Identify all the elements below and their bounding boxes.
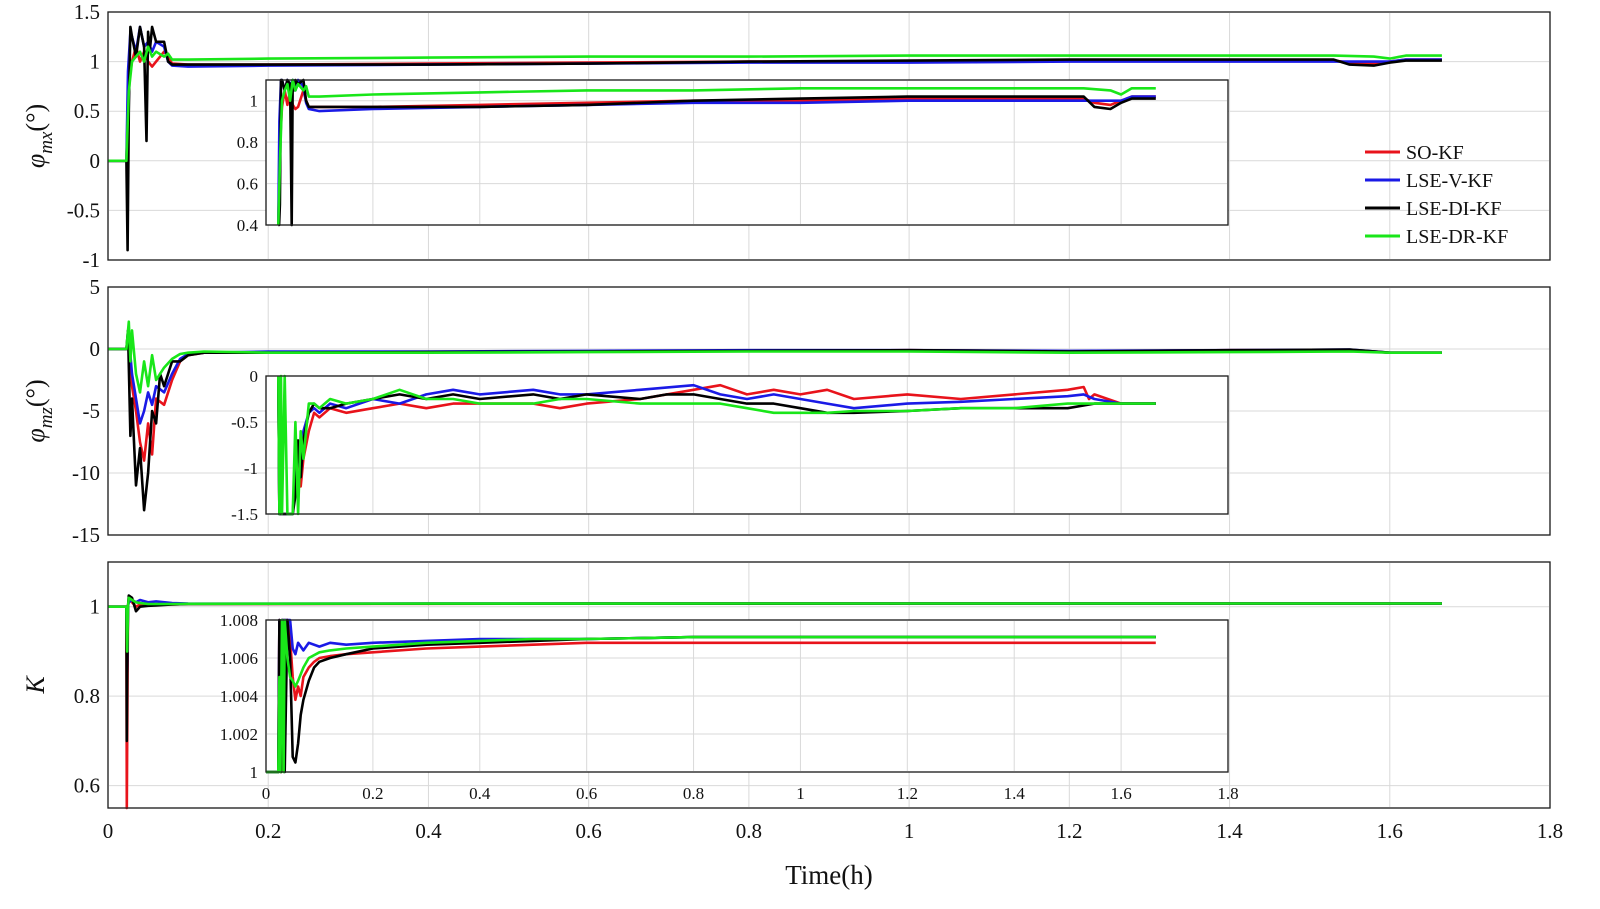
y-label-symbol: K (21, 675, 50, 695)
inset-x-tick-label: 1.8 (1217, 784, 1238, 803)
y-tick-label: -5 (83, 399, 101, 423)
y-tick-label: 0 (90, 149, 101, 173)
legend-label: LSE-V-KF (1406, 170, 1493, 192)
x-tick-label: 0.2 (255, 819, 281, 843)
legend-label: LSE-DI-KF (1406, 198, 1502, 220)
inset-x-tick-label: 1.6 (1110, 784, 1131, 803)
inset-x-tick-label: 1.2 (897, 784, 918, 803)
y-label-symbol: φ (21, 428, 50, 442)
figure: -1-0.500.511.50.40.60.81φmx(°)-15-10-505… (21, 0, 1563, 890)
y-tick-label: 0 (250, 367, 259, 386)
y-axis-label: φmx(°) (21, 104, 57, 168)
inset-x-tick-label: 1.4 (1004, 784, 1026, 803)
y-tick-label: 0.8 (237, 133, 258, 152)
legend-label: SO-KF (1406, 142, 1464, 164)
inset-axes-2: -1.5 -1 -0.5 0 (231, 367, 1229, 524)
y-label-subscript: mz (36, 407, 57, 429)
y-tick-label: -0.5 (67, 198, 100, 222)
y-axis-label: K (21, 675, 50, 695)
x-tick-label: 0.4 (415, 819, 442, 843)
y-tick-label: 1 (90, 50, 101, 74)
y-tick-label: 1.5 (74, 0, 100, 24)
y-tick-label: -1.5 (231, 505, 258, 524)
y-tick-label: -15 (72, 523, 100, 547)
inset-x-tick-label: 0.2 (362, 784, 383, 803)
y-tick-label: 1 (250, 763, 259, 782)
y-tick-label: -10 (72, 461, 100, 485)
y-tick-label: 1.006 (220, 649, 258, 668)
y-tick-label: 0.6 (74, 774, 100, 798)
y-tick-label: 1 (90, 595, 101, 619)
inset-x-tick-label: 0.6 (576, 784, 597, 803)
y-tick-label: 0.4 (237, 216, 259, 235)
x-tick-label: 1.4 (1216, 819, 1243, 843)
y-tick-label: -0.5 (231, 413, 258, 432)
x-tick-label: 0 (103, 819, 114, 843)
y-label-subscript: mx (36, 131, 57, 154)
x-tick-label: 1.2 (1056, 819, 1082, 843)
x-tick-label: 1 (904, 819, 915, 843)
y-label-unit: (°) (21, 104, 50, 132)
x-tick-label: 0.6 (576, 819, 602, 843)
legend-label: LSE-DR-KF (1406, 226, 1508, 248)
y-tick-label: 1 (250, 92, 259, 111)
x-tick-label: 0.8 (736, 819, 762, 843)
inset-x-tick-label: 0 (262, 784, 271, 803)
x-tick-label: 1.8 (1537, 819, 1563, 843)
y-axis-label: φmz(°) (21, 379, 57, 442)
inset-x-tick-label: 0.4 (469, 784, 491, 803)
x-axis-label: Time(h) (785, 860, 873, 890)
y-tick-label: -1 (244, 459, 258, 478)
y-tick-label: 0.6 (237, 175, 258, 194)
inset-axes-1: 0.4 0.6 0.8 1 (237, 78, 1229, 235)
y-tick-label: 0 (90, 337, 101, 361)
y-label-unit: (°) (21, 379, 50, 407)
y-tick-label: 5 (90, 275, 101, 299)
y-tick-label: 1.002 (220, 725, 258, 744)
y-tick-label: 0.5 (74, 99, 100, 123)
inset-x-tick-label: 1 (796, 784, 805, 803)
y-tick-label: 0.8 (74, 684, 100, 708)
y-tick-label: -1 (83, 248, 101, 272)
x-tick-label: 1.6 (1377, 819, 1403, 843)
inset-x-tick-label: 0.8 (683, 784, 704, 803)
y-label-symbol: φ (21, 154, 50, 168)
y-tick-label: 1.004 (220, 687, 259, 706)
y-tick-label: 1.008 (220, 611, 258, 630)
